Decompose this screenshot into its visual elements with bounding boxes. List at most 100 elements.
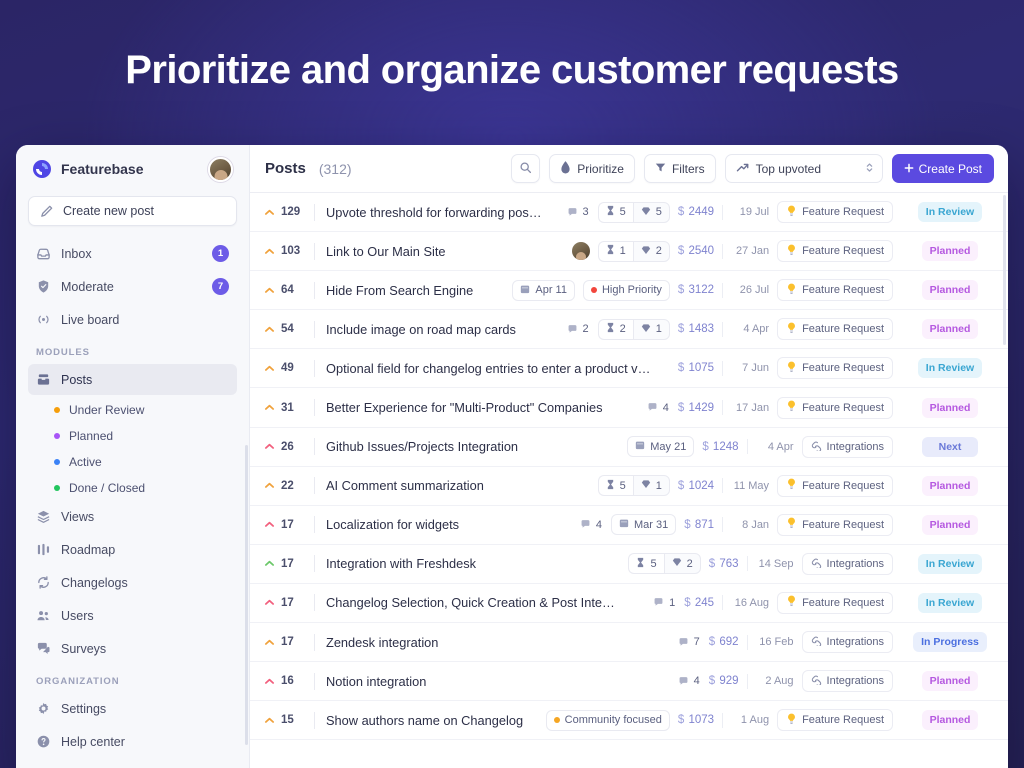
upvote-control[interactable]: 15 [262,714,314,726]
effort-chip[interactable]: 5 [598,202,633,223]
sidebar-item-roadmap[interactable]: Roadmap [28,534,237,565]
post-title[interactable]: Notion integration [326,674,426,689]
category-chip[interactable]: Feature Request [777,201,893,223]
table-row[interactable]: 31 Better Experience for "Multi-Product" … [250,388,1008,427]
post-title[interactable]: Link to Our Main Site [326,244,446,259]
category-chip[interactable]: Feature Request [777,709,893,731]
table-row[interactable]: 64 Hide From Search Engine Apr 11 High Prio… [250,271,1008,310]
tag-chip[interactable]: Community focused [546,710,670,731]
category-chip[interactable]: Feature Request [777,279,893,301]
category-chip[interactable]: Feature Request [777,397,893,419]
post-title[interactable]: Changelog Selection, Quick Creation & Po… [326,595,615,610]
effort-chip[interactable]: 5 [628,553,663,574]
create-post-button[interactable]: Create Post [892,154,994,183]
upvote-control[interactable]: 17 [262,636,314,648]
category-chip[interactable]: Integrations [802,670,893,692]
upvote-control[interactable]: 17 [262,519,314,531]
upvote-control[interactable]: 129 [262,206,314,218]
value-chip[interactable]: 5 [633,202,670,223]
post-title[interactable]: Upvote threshold for forwarding pos… [326,205,542,220]
status-badge[interactable]: Planned [922,241,979,261]
post-title[interactable]: Show authors name on Changelog [326,713,523,728]
create-new-post-button[interactable]: Create new post [28,196,237,226]
status-badge[interactable]: In Progress [913,632,987,652]
effort-chip[interactable]: 1 [598,241,633,262]
post-title[interactable]: Localization for widgets [326,517,459,532]
sidebar-item-moderate[interactable]: Moderate 7 [28,271,237,302]
status-badge[interactable]: Planned [922,710,979,730]
status-badge[interactable]: In Review [918,554,982,574]
upvote-control[interactable]: 103 [262,245,314,257]
upvote-control[interactable]: 17 [262,597,314,609]
category-chip[interactable]: Feature Request [777,357,893,379]
sidebar-item-posts[interactable]: Posts [28,364,237,395]
sidebar-item-users[interactable]: Users [28,600,237,631]
sidebar-item-inbox[interactable]: Inbox 1 [28,238,237,269]
sort-select[interactable]: Top upvoted [725,154,883,183]
upvote-control[interactable]: 16 [262,675,314,687]
status-badge[interactable]: Planned [922,280,979,300]
effort-value-group[interactable]: 12 [598,241,670,262]
category-chip[interactable]: Feature Request [777,240,893,262]
value-chip[interactable]: 1 [633,319,670,340]
status-badge[interactable]: In Review [918,202,982,222]
sidebar-item-done-closed[interactable]: Done / Closed [28,475,237,501]
value-chip[interactable]: 2 [633,241,670,262]
status-badge[interactable]: Planned [922,515,979,535]
sidebar-item-planned[interactable]: Planned [28,423,237,449]
post-title[interactable]: Github Issues/Projects Integration [326,439,518,454]
sidebar-item-under-review[interactable]: Under Review [28,397,237,423]
avatar[interactable] [208,157,233,182]
sidebar-item-help-center[interactable]: Help center [28,726,237,757]
category-chip[interactable]: Feature Request [777,475,893,497]
post-title[interactable]: Include image on road map cards [326,322,516,337]
effort-value-group[interactable]: 55 [598,202,670,223]
tag-chip[interactable]: High Priority [583,280,670,301]
sidebar-item-views[interactable]: Views [28,501,237,532]
status-badge[interactable]: Planned [922,671,979,691]
table-row[interactable]: 15 Show authors name on Changelog Communit… [250,701,1008,740]
effort-chip[interactable]: 5 [598,475,633,496]
table-row[interactable]: 129Upvote threshold for forwarding pos…3… [250,193,1008,232]
date-chip[interactable]: Mar 31 [611,514,676,535]
effort-value-group[interactable]: 51 [598,475,670,496]
upvote-control[interactable]: 49 [262,362,314,374]
table-row[interactable]: 17Integration with Freshdesk52$ 76314 Se… [250,545,1008,584]
upvote-control[interactable]: 31 [262,402,314,414]
table-row[interactable]: 54Include image on road map cards221$ 14… [250,310,1008,349]
date-chip[interactable]: Apr 11 [512,280,575,301]
table-row[interactable]: 49 Optional field for changelog entries t… [250,349,1008,388]
status-badge[interactable]: In Review [918,358,982,378]
table-row[interactable]: 22AI Comment summarization51$ 102411 May… [250,467,1008,506]
category-chip[interactable]: Integrations [802,553,893,575]
table-row[interactable]: 26Github Issues/Projects IntegrationMay … [250,428,1008,467]
status-badge[interactable]: Planned [922,398,979,418]
search-button[interactable] [511,154,540,183]
table-row[interactable]: 17Localization for widgets4Mar 31$ 8718 … [250,506,1008,545]
effort-chip[interactable]: 2 [598,319,633,340]
upvote-control[interactable]: 64 [262,284,314,296]
category-chip[interactable]: Integrations [802,631,893,653]
upvote-control[interactable]: 17 [262,558,314,570]
table-row[interactable]: 16Notion integration4$ 9292 AugIntegrati… [250,662,1008,701]
upvote-control[interactable]: 22 [262,480,314,492]
filters-button[interactable]: Filters [644,154,716,183]
value-chip[interactable]: 1 [633,475,670,496]
effort-value-group[interactable]: 52 [628,553,700,574]
status-badge[interactable]: Planned [922,319,979,339]
post-title[interactable]: Hide From Search Engine [326,283,473,298]
post-title[interactable]: Optional field for changelog entries to … [326,361,650,376]
sidebar-item-active[interactable]: Active [28,449,237,475]
category-chip[interactable]: Feature Request [777,514,893,536]
sidebar-item-changelogs[interactable]: Changelogs [28,567,237,598]
post-title[interactable]: AI Comment summarization [326,478,484,493]
upvote-control[interactable]: 54 [262,323,314,335]
post-title[interactable]: Better Experience for "Multi-Product" Co… [326,400,603,415]
effort-value-group[interactable]: 21 [598,319,670,340]
status-badge[interactable]: Planned [922,476,979,496]
table-row[interactable]: 103Link to Our Main Site12$ 254027 JanFe… [250,232,1008,271]
post-title[interactable]: Zendesk integration [326,635,438,650]
category-chip[interactable]: Feature Request [777,592,893,614]
post-title[interactable]: Integration with Freshdesk [326,556,476,571]
sidebar-scrollbar[interactable] [245,445,248,745]
